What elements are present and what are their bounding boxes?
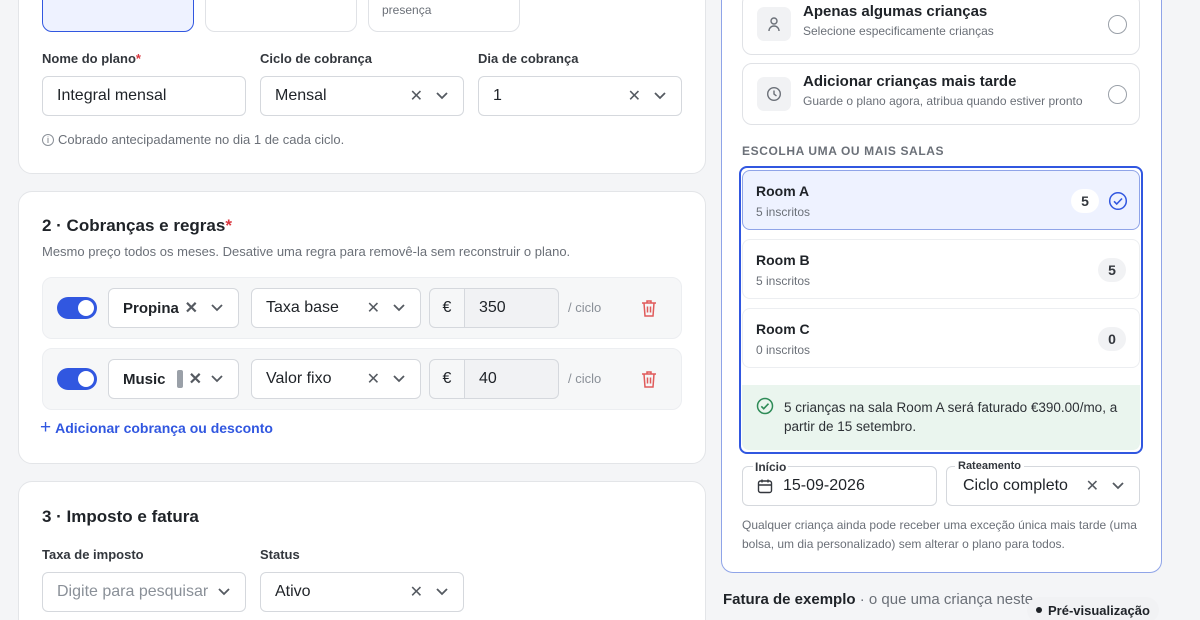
charges-title: 2 · Cobranças e regras*: [42, 216, 232, 235]
enrolled-count-badge: 5: [1098, 258, 1126, 282]
start-date-label: Início: [753, 460, 789, 474]
schedule-option-subtext: presença: [382, 3, 432, 17]
status-select[interactable]: Ativo ✕: [260, 572, 464, 612]
schedule-option-selected[interactable]: [42, 0, 194, 32]
clear-icon[interactable]: ✕: [189, 369, 202, 389]
clock-icon: [757, 77, 791, 111]
clear-icon[interactable]: ✕: [185, 298, 198, 318]
rule-name-select[interactable]: Music ✕: [108, 359, 239, 399]
chevron-down-icon: [435, 89, 449, 103]
billing-cycle-label: Ciclo de cobrança: [260, 51, 372, 66]
trash-icon[interactable]: [641, 370, 657, 393]
chevron-down-icon: [435, 585, 449, 599]
schedule-option[interactable]: [205, 0, 357, 32]
chevron-down-icon: [210, 301, 224, 315]
preview-badge: Pré-visualização: [1027, 597, 1159, 620]
person-icon: [757, 7, 791, 41]
schedule-option-presence[interactable]: presença: [368, 0, 520, 32]
status-label: Status: [260, 547, 300, 562]
radio-button[interactable]: [1108, 15, 1127, 34]
chevron-down-icon: [392, 372, 406, 386]
rule-type-select[interactable]: Valor fixo ✕: [251, 359, 421, 399]
rule-enabled-toggle[interactable]: [57, 368, 97, 390]
status-dot-icon: [1036, 607, 1042, 613]
text-cursor: [176, 370, 183, 388]
billing-day-label: Dia de cobrança: [478, 51, 579, 66]
chevron-down-icon: [210, 372, 224, 386]
plus-icon: +: [40, 417, 52, 438]
rule-name-select[interactable]: Propina ✕: [108, 288, 239, 328]
clear-icon[interactable]: ✕: [410, 86, 423, 106]
billing-day-select[interactable]: 1 ✕: [478, 76, 682, 116]
exception-footnote: Qualquer criança ainda pode receber uma …: [742, 518, 1137, 551]
clear-icon[interactable]: ✕: [628, 86, 641, 106]
proration-label: Rateamento: [955, 460, 1024, 472]
trash-icon[interactable]: [641, 299, 657, 322]
room-option-a[interactable]: Room A 5 inscritos 5: [742, 170, 1140, 230]
clear-icon[interactable]: ✕: [367, 298, 380, 318]
check-circle-icon: [756, 397, 774, 420]
calendar-icon: [757, 478, 773, 494]
chevron-down-icon: [217, 585, 231, 599]
billing-summary: 5 crianças na sala Room A será faturado …: [742, 385, 1140, 450]
proration-select[interactable]: Ciclo completo ✕: [946, 466, 1140, 506]
invoice-preview-title: Fatura de exemplo · o que uma criança ne…: [723, 591, 1034, 608]
add-charge-button[interactable]: + Adicionar cobrança ou desconto: [40, 417, 273, 438]
rule-enabled-toggle[interactable]: [57, 297, 97, 319]
tax-rate-select[interactable]: Digite para pesquisar: [42, 572, 246, 612]
rule-amount-input[interactable]: 40: [464, 359, 559, 399]
rule-period: / ciclo: [568, 300, 602, 315]
chevron-down-icon: [653, 89, 667, 103]
option-add-later[interactable]: Adicionar crianças mais tarde Guarde o p…: [742, 63, 1140, 125]
tax-title: 3 · Imposto e fatura: [42, 507, 199, 526]
room-option-b[interactable]: Room B 5 inscritos 5: [742, 239, 1140, 299]
chevron-down-icon: [392, 301, 406, 315]
rule-type-select[interactable]: Taxa base ✕: [251, 288, 421, 328]
clear-icon[interactable]: ✕: [367, 369, 380, 389]
billing-hint: i Cobrado antecipadamente no dia 1 de ca…: [42, 132, 344, 147]
rule-amount-input[interactable]: 350: [464, 288, 559, 328]
enrolled-count-badge: 5: [1071, 189, 1099, 213]
rooms-heading: ESCOLHA UMA OU MAIS SALAS: [742, 144, 945, 158]
rule-period: / ciclo: [568, 371, 602, 386]
clear-icon[interactable]: ✕: [410, 582, 423, 602]
plan-name-input[interactable]: Integral mensal: [42, 76, 246, 116]
tax-rate-label: Taxa de imposto: [42, 547, 144, 562]
clear-icon[interactable]: ✕: [1086, 476, 1099, 496]
billing-cycle-select[interactable]: Mensal ✕: [260, 76, 464, 116]
option-some-children[interactable]: Apenas algumas crianças Selecione especi…: [742, 0, 1140, 55]
room-option-c[interactable]: Room C 0 inscritos 0: [742, 308, 1140, 368]
check-circle-icon: [1108, 191, 1128, 216]
plan-name-label: Nome do plano*: [42, 51, 141, 66]
rule-currency: €: [429, 359, 465, 399]
charges-subtitle: Mesmo preço todos os meses. Desative uma…: [42, 244, 571, 259]
enrolled-count-badge: 0: [1098, 327, 1126, 351]
radio-button[interactable]: [1108, 85, 1127, 104]
rule-currency: €: [429, 288, 465, 328]
info-icon: i: [42, 133, 54, 146]
chevron-down-icon: [1111, 479, 1125, 493]
